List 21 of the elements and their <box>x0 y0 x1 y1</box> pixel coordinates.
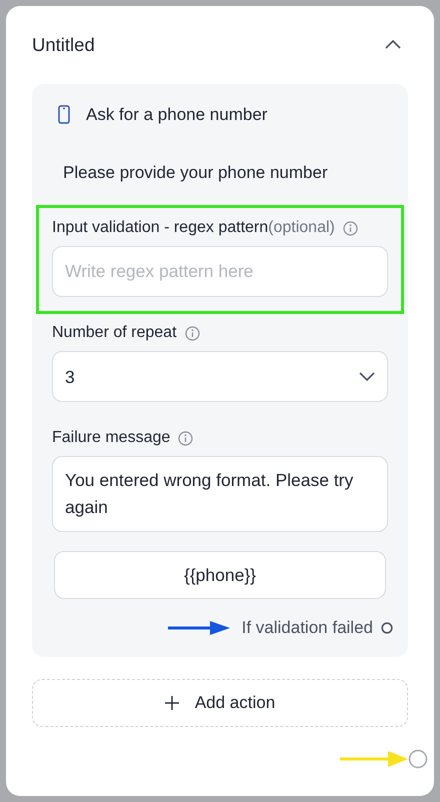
output-label: If validation failed <box>242 617 373 639</box>
info-icon[interactable] <box>178 430 194 446</box>
optional-label: (optional) <box>268 218 335 238</box>
variable-field[interactable]: {{phone}} <box>54 551 386 599</box>
regex-input[interactable]: Write regex pattern here <box>52 246 388 297</box>
info-icon[interactable] <box>342 220 358 236</box>
phone-icon <box>58 105 70 124</box>
step-title: Ask for a phone number <box>86 104 268 126</box>
field-label: Input validation - regex pattern <box>52 218 268 238</box>
repeat-select[interactable]: 3 <box>52 351 388 402</box>
plus-icon <box>164 696 179 710</box>
field-label: Number of repeat <box>52 323 177 343</box>
connector-handle[interactable] <box>408 748 428 768</box>
failure-message-field[interactable]: You entered wrong format. Please try again <box>52 456 388 532</box>
card-title: Untitled <box>32 33 95 58</box>
info-icon[interactable] <box>184 326 200 340</box>
connector-handle[interactable] <box>381 622 393 634</box>
field-label: Failure message <box>52 428 170 448</box>
prompt-message: Please provide your phone number <box>62 162 329 184</box>
chevron-down-icon <box>359 372 375 381</box>
add-action-button[interactable]: Add action <box>32 678 408 726</box>
